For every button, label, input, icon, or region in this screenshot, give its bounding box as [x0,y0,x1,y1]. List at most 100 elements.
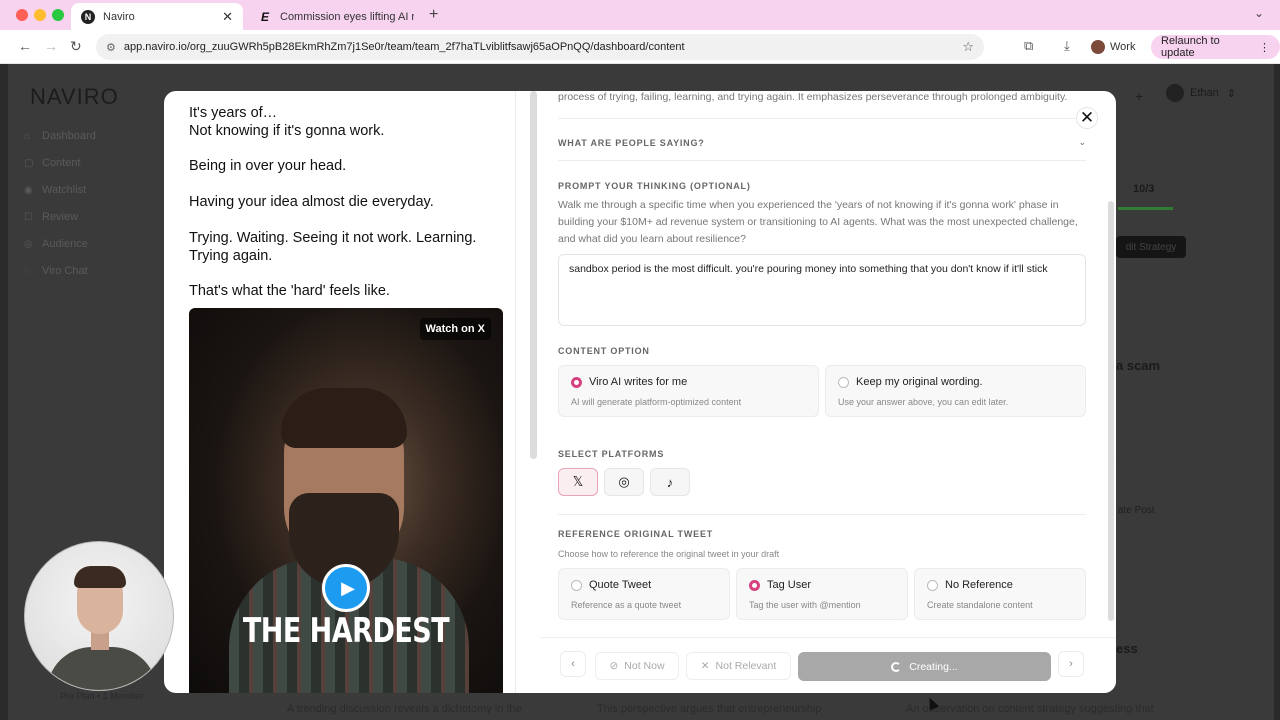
extensions-puzzle-icon[interactable]: ⧉ [1024,38,1033,54]
card-preview: This perspective argues that entrepreneu… [597,703,822,715]
tab-close-icon[interactable]: ✕ [222,9,233,25]
creating-label: Creating... [909,660,958,673]
tab-search-chevron-icon[interactable]: ⌄ [1254,6,1264,20]
create-content-modal: It's years of… Not knowing if it's gonna… [164,91,1116,693]
option-keep-original[interactable]: Keep my original wording. Use your answe… [825,365,1086,417]
card-snippet: Public [1122,419,1150,430]
radio-unselected[interactable] [571,580,582,591]
site-settings-icon[interactable]: ⚙ [106,41,116,54]
option-viro-ai-writes[interactable]: Viro AI writes for me AI will generate p… [558,365,819,417]
sidebar-item-viro-chat[interactable]: ◌ Viro Chat [24,265,88,277]
option-title: No Reference [945,579,1013,591]
audience-icon: ◎ [24,238,33,250]
user-menu[interactable]: Ethan ⇕ [1166,84,1236,102]
tab-naviro[interactable]: N Naviro ✕ [71,3,243,30]
card-preview: An observation on content strategy sugge… [906,703,1154,715]
home-icon: ⌂ [24,130,31,142]
sidebar-item-watchlist[interactable]: ◉ Watchlist [24,184,86,196]
option-subtitle: Use your answer above, you can edit late… [838,397,1009,407]
post-scrollbar[interactable] [530,91,537,459]
app-logo: NAVIRO [30,84,119,109]
reference-quote-tweet[interactable]: Quote Tweet Reference as a quote tweet [558,568,730,620]
kebab-menu-icon[interactable]: ⋮ [1259,41,1270,54]
back-arrow-icon[interactable]: ← [18,38,32,54]
option-title: Tag User [767,579,812,591]
people-saying-toggle[interactable]: WHAT ARE PEOPLE SAYING? [558,138,705,148]
card-snippet: nerated [1116,436,1150,447]
watch-on-x-button[interactable]: Watch on X [419,318,491,340]
news-favicon-icon: E [260,9,269,24]
create-post-link[interactable]: ate Post [1118,505,1155,516]
forward-arrow-icon[interactable]: → [44,38,58,54]
window-close-button[interactable] [16,9,28,21]
window-zoom-button[interactable] [52,9,64,21]
radio-unselected[interactable] [838,377,849,388]
form-scrollbar[interactable] [1108,201,1114,621]
option-subtitle: AI will generate platform-optimized cont… [571,397,742,407]
content-icon: ▢ [24,157,34,169]
address-toolbar: ← → ↻ ⚙ app.naviro.io/org_zuuGWRh5pB28Ek… [0,30,1280,64]
play-icon[interactable]: ▶ [322,564,370,612]
chevron-down-icon[interactable]: ⌄ [1078,137,1086,148]
browser-tab-strip: N Naviro ✕ E Commission eyes lifting AI … [0,0,1280,30]
create-button-loading[interactable]: Creating... [798,652,1051,681]
url-bar[interactable]: ⚙ app.naviro.io/org_zuuGWRh5pB28EkmRhZm7… [96,34,984,60]
avatar [1166,84,1184,102]
tab-title: Naviro [103,10,135,23]
add-icon[interactable]: + [1135,88,1143,104]
naviro-favicon-icon: N [81,9,95,24]
x-icon: ✕ [700,660,710,672]
sidebar-item-content[interactable]: ▢ Content [24,157,81,169]
usage-progress-bar [1118,207,1173,210]
radio-unselected[interactable] [927,580,938,591]
chat-icon: ◌ [24,265,30,277]
date-label: Dec 17 [1138,577,1167,587]
reference-none[interactable]: No Reference Create standalone content [914,568,1086,620]
topic-description: process of trying, failing, learning, an… [558,91,1068,103]
eye-icon: ◉ [24,184,33,196]
divider [558,118,1086,119]
card-preview: A trending discussion reveals a dichotom… [287,703,522,715]
tab-title: Commission eyes lifting AI ru [280,10,414,23]
answer-textarea[interactable]: sandbox period is the most difficult. yo… [558,254,1086,326]
webcam-hair [74,566,126,588]
previous-chevron-icon[interactable]: ‹ [560,651,586,677]
post-text-line: Having your idea almost die everyday. [189,194,434,210]
close-icon[interactable]: ✕ [1076,107,1098,129]
video-caption: THE HARDEST [242,612,450,651]
usage-counter: 10/3 [1133,183,1155,195]
post-text-line: That's what the 'hard' feels like. [189,283,390,299]
relaunch-button[interactable]: Relaunch to update ⋮ [1151,35,1280,59]
radio-selected[interactable] [571,377,582,388]
modal-footer: ‹ ⊘ Not Now ✕ Not Relevant Creating... › [540,637,1116,693]
option-title: Viro AI writes for me [589,376,688,388]
profile-avatar [1091,40,1105,54]
sidebar-item-review[interactable]: ☐ Review [24,211,78,223]
next-chevron-icon[interactable]: › [1058,651,1084,677]
option-subtitle: Create standalone content [927,600,1033,610]
reload-icon[interactable]: ↻ [70,38,82,55]
not-now-button[interactable]: ⊘ Not Now [595,652,679,680]
new-tab-icon[interactable]: + [429,6,438,24]
bookmark-star-icon[interactable]: ☆ [962,39,974,55]
reference-tag-user[interactable]: Tag User Tag the user with @mention [736,568,908,620]
tab-commission[interactable]: E Commission eyes lifting AI ru [248,3,424,30]
video-figure-hair [281,388,407,448]
prompt-form-pane: process of trying, failing, learning, an… [540,91,1116,693]
radio-selected[interactable] [749,580,760,591]
not-relevant-button[interactable]: ✕ Not Relevant [686,652,791,680]
sidebar-item-audience[interactable]: ◎ Audience [24,238,88,250]
video-embed[interactable]: Watch on X ▶ THE HARDEST [189,308,503,693]
tiktok-icon[interactable]: ♪ [650,468,690,496]
x-logo-icon[interactable]: 𝕏 [558,468,598,496]
card-snippet: oning th... [1116,453,1160,464]
profile-name: Work [1110,41,1136,53]
profile-chip[interactable]: Work [1091,36,1135,58]
edit-strategy-button[interactable]: dit Strategy [1116,236,1186,258]
sidebar-item-dashboard[interactable]: ⌂ Dashboard [24,130,96,142]
window-minimize-button[interactable] [34,9,46,21]
url-text: app.naviro.io/org_zuuGWRh5pB28EkmRhZm7j1… [123,41,685,53]
instagram-icon[interactable]: ◎ [604,468,644,496]
download-icon[interactable]: ⤓ [1064,38,1070,54]
original-post-pane: It's years of… Not knowing if it's gonna… [164,91,516,693]
